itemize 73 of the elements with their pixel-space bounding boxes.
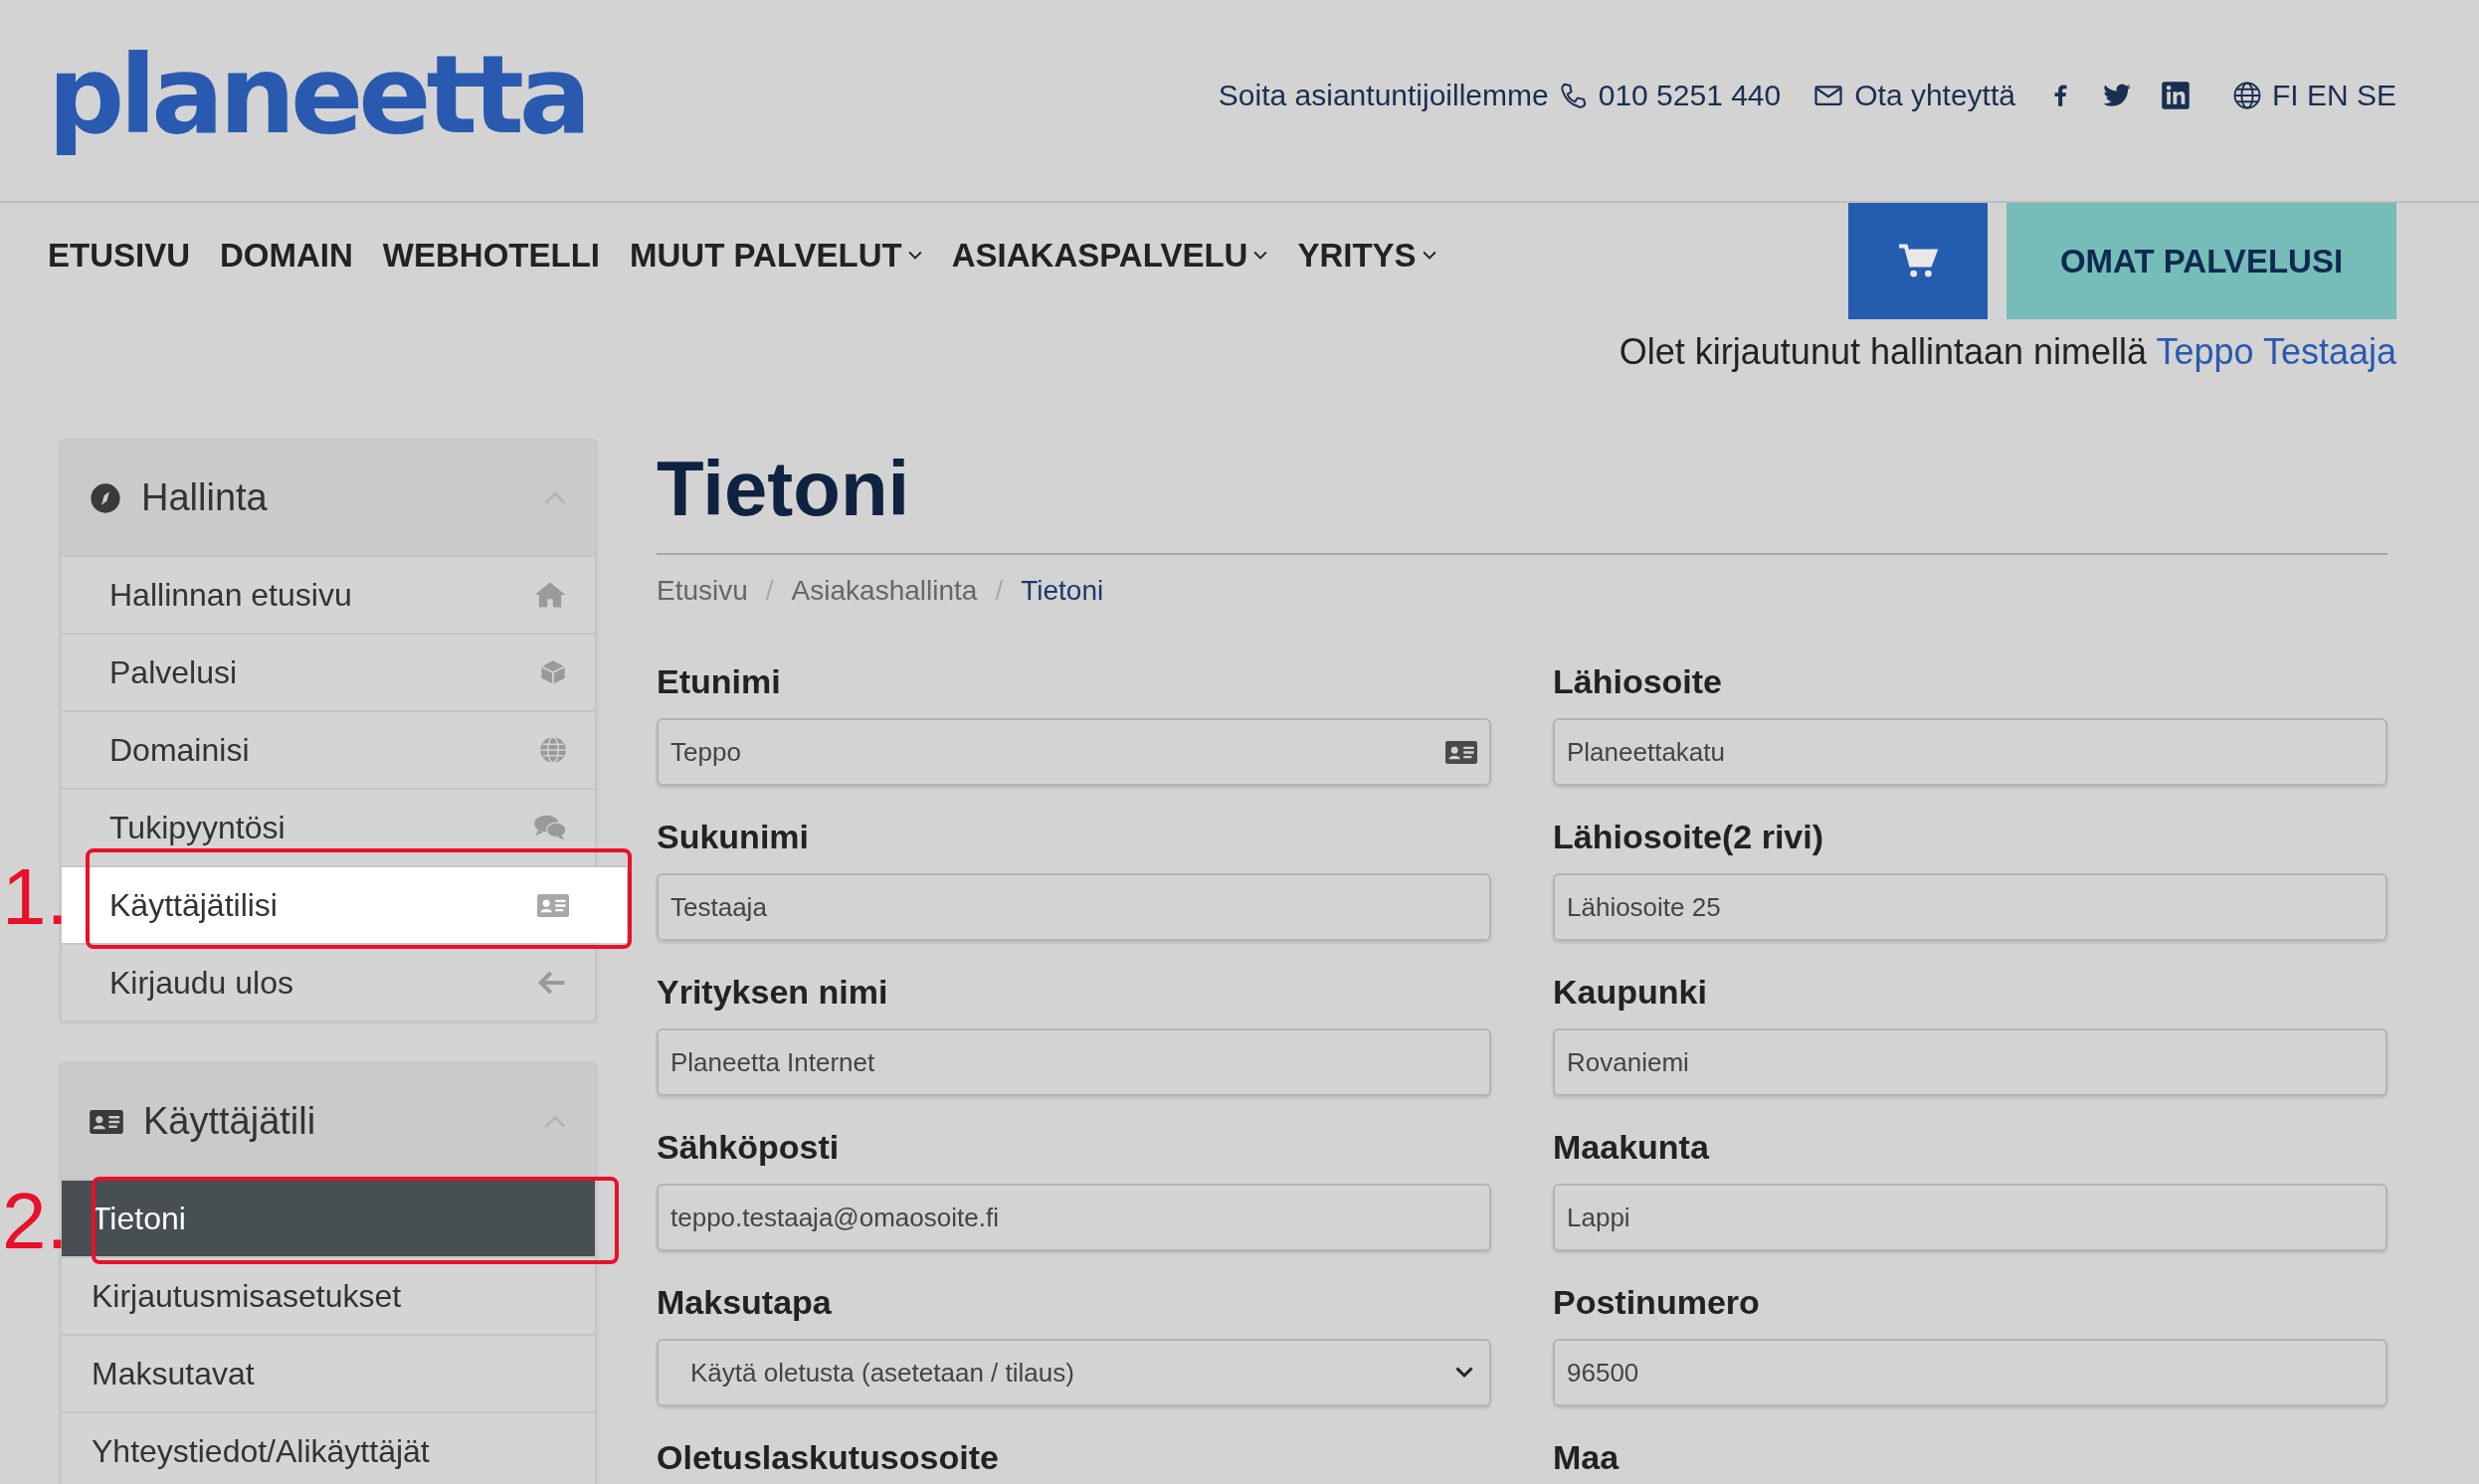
text-field[interactable]: Testaaja bbox=[657, 873, 1491, 941]
field-label: Maakunta bbox=[1553, 1127, 1710, 1168]
cart-icon bbox=[1897, 242, 1939, 280]
login-notice: Olet kirjautunut hallintaan nimellä Teppo Testaaja bbox=[1619, 331, 2396, 374]
phone-icon bbox=[1558, 81, 1589, 110]
field-label: Yrityksen nimi bbox=[657, 972, 889, 1013]
user-link[interactable]: Teppo Testaaja bbox=[2156, 331, 2396, 372]
text-field[interactable]: teppo.testaaja@omaosoite.fi bbox=[657, 1184, 1491, 1251]
breadcrumb-separator: / bbox=[995, 575, 1004, 607]
sidebar-item[interactable]: Maksutavat bbox=[62, 1334, 595, 1411]
arrow-left-icon bbox=[537, 970, 567, 996]
chevron-down-icon bbox=[907, 251, 922, 261]
sidebar-item[interactable]: Yhteystiedot/Alikäyttäjät bbox=[62, 1411, 595, 1484]
field-label: Sähköposti bbox=[657, 1127, 841, 1168]
site-logo[interactable]: planeetta bbox=[48, 25, 595, 166]
field-label: Lähiosoite(2 rivi) bbox=[1553, 817, 1825, 857]
text-field[interactable]: Lähiosoite 25 bbox=[1553, 873, 2387, 941]
panel-header[interactable]: Hallinta bbox=[62, 441, 595, 555]
chevron-down-icon bbox=[1422, 251, 1436, 261]
globe-icon bbox=[2231, 81, 2262, 110]
text-field[interactable]: Planeettakatu bbox=[1553, 718, 2387, 786]
page-title: Tietoni bbox=[657, 439, 2387, 555]
chevron-down-icon bbox=[1455, 1367, 1473, 1379]
nav-link[interactable]: MUUT PALVELUT bbox=[630, 237, 922, 275]
field-label: Lähiosoite bbox=[1553, 661, 1724, 702]
sidebar-item[interactable]: Kirjautusmisasetukset bbox=[62, 1256, 595, 1334]
sidebar-item[interactable]: Tietoni bbox=[62, 1179, 595, 1256]
panel-header[interactable]: Käyttäjätili bbox=[62, 1064, 595, 1179]
text-field[interactable]: Planeetta Internet bbox=[657, 1028, 1491, 1096]
field-label: Etunimi bbox=[657, 661, 782, 702]
sidebar-item[interactable]: Käyttäjätilisi bbox=[62, 865, 627, 943]
compass-icon bbox=[90, 481, 121, 514]
cube-icon bbox=[539, 658, 567, 686]
panel-title: Käyttäjätili bbox=[143, 1100, 317, 1143]
cart-button[interactable] bbox=[1848, 203, 1988, 319]
chevron-down-icon bbox=[1253, 251, 1268, 261]
sidebar-item[interactable]: Domainisi bbox=[62, 710, 595, 788]
field-label: Maa bbox=[1553, 1437, 1621, 1478]
speech-bubbles-icon bbox=[533, 814, 567, 841]
sidebar-item[interactable]: Hallinnan etusivu bbox=[62, 555, 595, 633]
nav-link[interactable]: ETUSIVU bbox=[48, 237, 191, 275]
breadcrumb-link[interactable]: Tietoni bbox=[1021, 575, 1104, 607]
breadcrumb-separator: / bbox=[765, 575, 774, 607]
panel-title: Hallinta bbox=[141, 476, 269, 519]
house-icon bbox=[533, 581, 567, 609]
id-card-icon bbox=[537, 893, 569, 917]
sidebar-item[interactable]: Kirjaudu ulos bbox=[62, 943, 595, 1020]
field-label: Maksutapa bbox=[657, 1282, 833, 1323]
payment-select[interactable]: Käytä oletusta (asetetaan / tilaus) bbox=[657, 1339, 1491, 1406]
field-label: Kaupunki bbox=[1553, 972, 1708, 1013]
text-field[interactable]: Teppo bbox=[657, 718, 1491, 786]
linkedin-icon[interactable] bbox=[2160, 81, 2191, 110]
contact-link[interactable]: Ota yhteyttä bbox=[1854, 79, 2015, 112]
id-card-icon bbox=[90, 1109, 123, 1134]
breadcrumb-link[interactable]: Etusivu bbox=[657, 575, 748, 607]
language-links[interactable]: FI EN SE bbox=[2271, 79, 2396, 112]
field-label: Postinumero bbox=[1553, 1282, 1761, 1323]
globe-icon bbox=[539, 736, 567, 764]
text-field[interactable]: Rovaniemi bbox=[1553, 1028, 2387, 1096]
nav-link[interactable]: ASIAKASPALVELU bbox=[951, 237, 1268, 275]
nav-link[interactable]: WEBHOTELLI bbox=[382, 237, 600, 275]
account-button[interactable]: OMAT PALVELUSI bbox=[2006, 203, 2396, 319]
id-card-icon bbox=[1445, 740, 1477, 764]
field-label: Oletuslaskutusosoite bbox=[657, 1437, 1000, 1478]
text-field[interactable]: 96500 bbox=[1553, 1339, 2387, 1406]
breadcrumb-link[interactable]: Asiakashallinta bbox=[791, 575, 978, 607]
text-field[interactable]: Lappi bbox=[1553, 1184, 2387, 1251]
nav-link[interactable]: YRITYS bbox=[1297, 237, 1436, 275]
sidebar-item[interactable]: Palvelusi bbox=[62, 633, 595, 710]
field-label: Sukunimi bbox=[657, 817, 811, 857]
nav-link[interactable]: DOMAIN bbox=[220, 237, 353, 275]
phone-link[interactable]: 010 5251 440 bbox=[1598, 79, 1782, 112]
call-label: Soita asiantuntijoillemme bbox=[1218, 79, 1549, 112]
